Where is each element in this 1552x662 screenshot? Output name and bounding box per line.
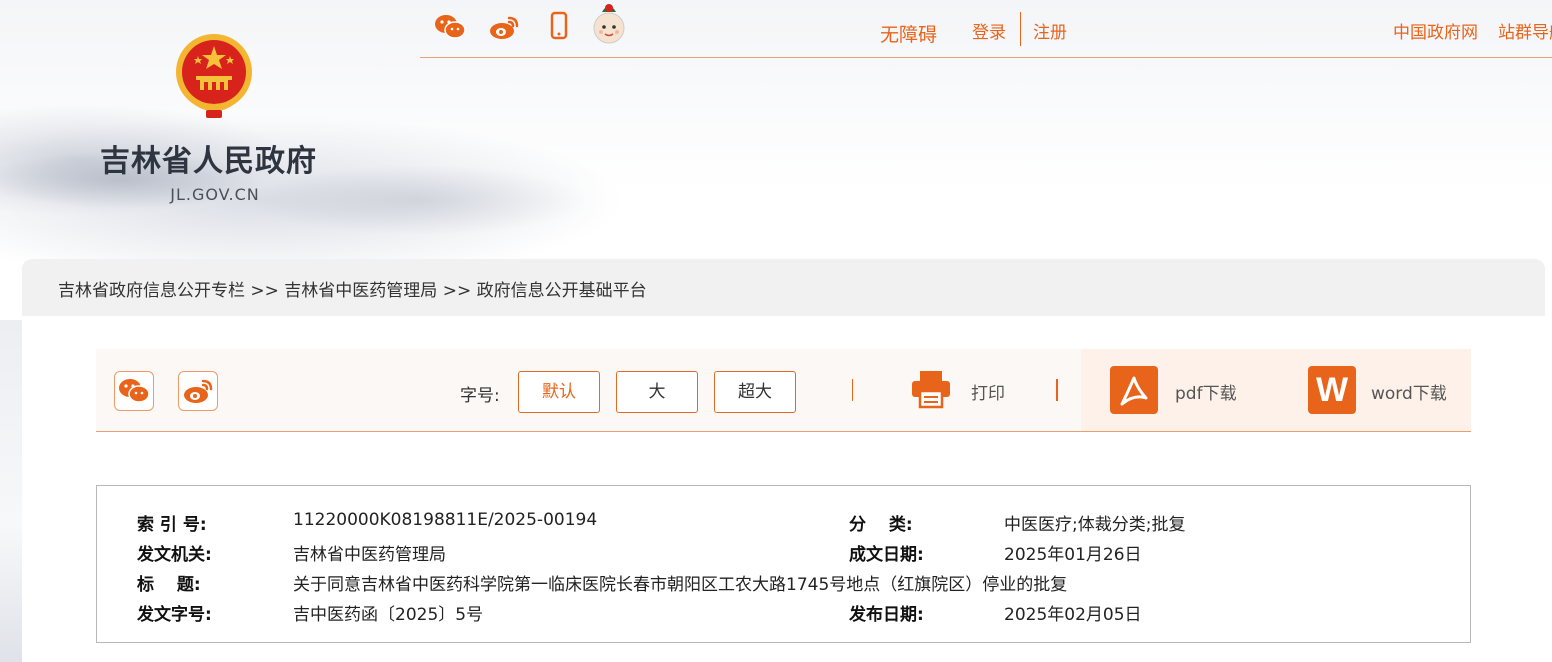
china-gov-link[interactable]: 中国政府网 [1393, 18, 1478, 43]
font-size-default-button[interactable]: 默认 [518, 371, 600, 413]
wechat-icon[interactable] [433, 10, 467, 44]
doc-number-label: 发文字号: [137, 605, 212, 625]
title-value: 关于同意吉林省中医药科学院第一临床医院长春市朝阳区工农大路1745号地点（红旗院… [293, 575, 1068, 595]
site-domain: JL.GOV.CN [170, 185, 260, 204]
publish-date-label: 发布日期: [849, 605, 924, 625]
breadcrumb[interactable]: 吉林省政府信息公开专栏 >> 吉林省中医药管理局 >> 政府信息公开基础平台 [58, 276, 647, 301]
index-number-label: 索 引 号: [137, 515, 207, 535]
wechat-icon [119, 379, 150, 403]
toolbar-divider [1056, 379, 1058, 401]
weibo-icon[interactable] [487, 10, 521, 44]
weibo-icon [184, 379, 213, 403]
doc-number-value: 吉中医药函〔2025〕5号 [293, 605, 484, 625]
mobile-icon[interactable] [542, 10, 576, 44]
toolbar-divider [852, 379, 853, 401]
category-label: 分 类: [849, 515, 913, 535]
share-weibo-button[interactable] [178, 371, 218, 411]
pdf-icon[interactable] [1110, 366, 1158, 414]
site-name[interactable]: 吉林省人民政府 [100, 136, 330, 180]
title-label: 标 题: [137, 575, 201, 595]
site-group-nav-link[interactable]: 站群导航 [1498, 18, 1552, 43]
document-info-table: 索 引 号: 11220000K08198811E/2025-00194 分 类… [96, 485, 1471, 643]
index-number-value: 11220000K08198811E/2025-00194 [293, 510, 598, 530]
top-divider [1020, 12, 1021, 46]
issuer-label: 发文机关: [137, 545, 212, 565]
issuer-value: 吉林省中医药管理局 [293, 545, 446, 565]
date-written-value: 2025年01月26日 [1004, 545, 1142, 565]
date-written-label: 成文日期: [849, 545, 924, 565]
header-divider-line [420, 57, 1552, 58]
print-button[interactable]: 打印 [971, 379, 1005, 404]
word-download-button[interactable]: word下载 [1371, 379, 1447, 404]
login-link[interactable]: 登录 [972, 18, 1006, 43]
publish-date-value: 2025年02月05日 [1004, 605, 1142, 625]
register-link[interactable]: 注册 [1033, 18, 1067, 43]
accessibility-link[interactable]: 无障碍 [880, 20, 937, 47]
side-decoration [0, 320, 22, 662]
category-value: 中医医疗;体裁分类;批复 [1004, 515, 1186, 535]
share-wechat-button[interactable] [114, 371, 154, 411]
font-size-large-button[interactable]: 大 [616, 371, 698, 413]
font-size-label: 字号: [460, 386, 500, 406]
mascot-icon[interactable] [590, 0, 628, 46]
font-size-xlarge-button[interactable]: 超大 [714, 371, 796, 413]
article-toolbar: 字号: 默认 大 超大 打印 pdf下载 W word下载 [96, 349, 1471, 432]
national-emblem-icon[interactable] [172, 32, 256, 120]
pdf-download-button[interactable]: pdf下载 [1175, 379, 1237, 404]
printer-icon[interactable] [910, 369, 952, 409]
word-icon[interactable]: W [1308, 366, 1356, 414]
